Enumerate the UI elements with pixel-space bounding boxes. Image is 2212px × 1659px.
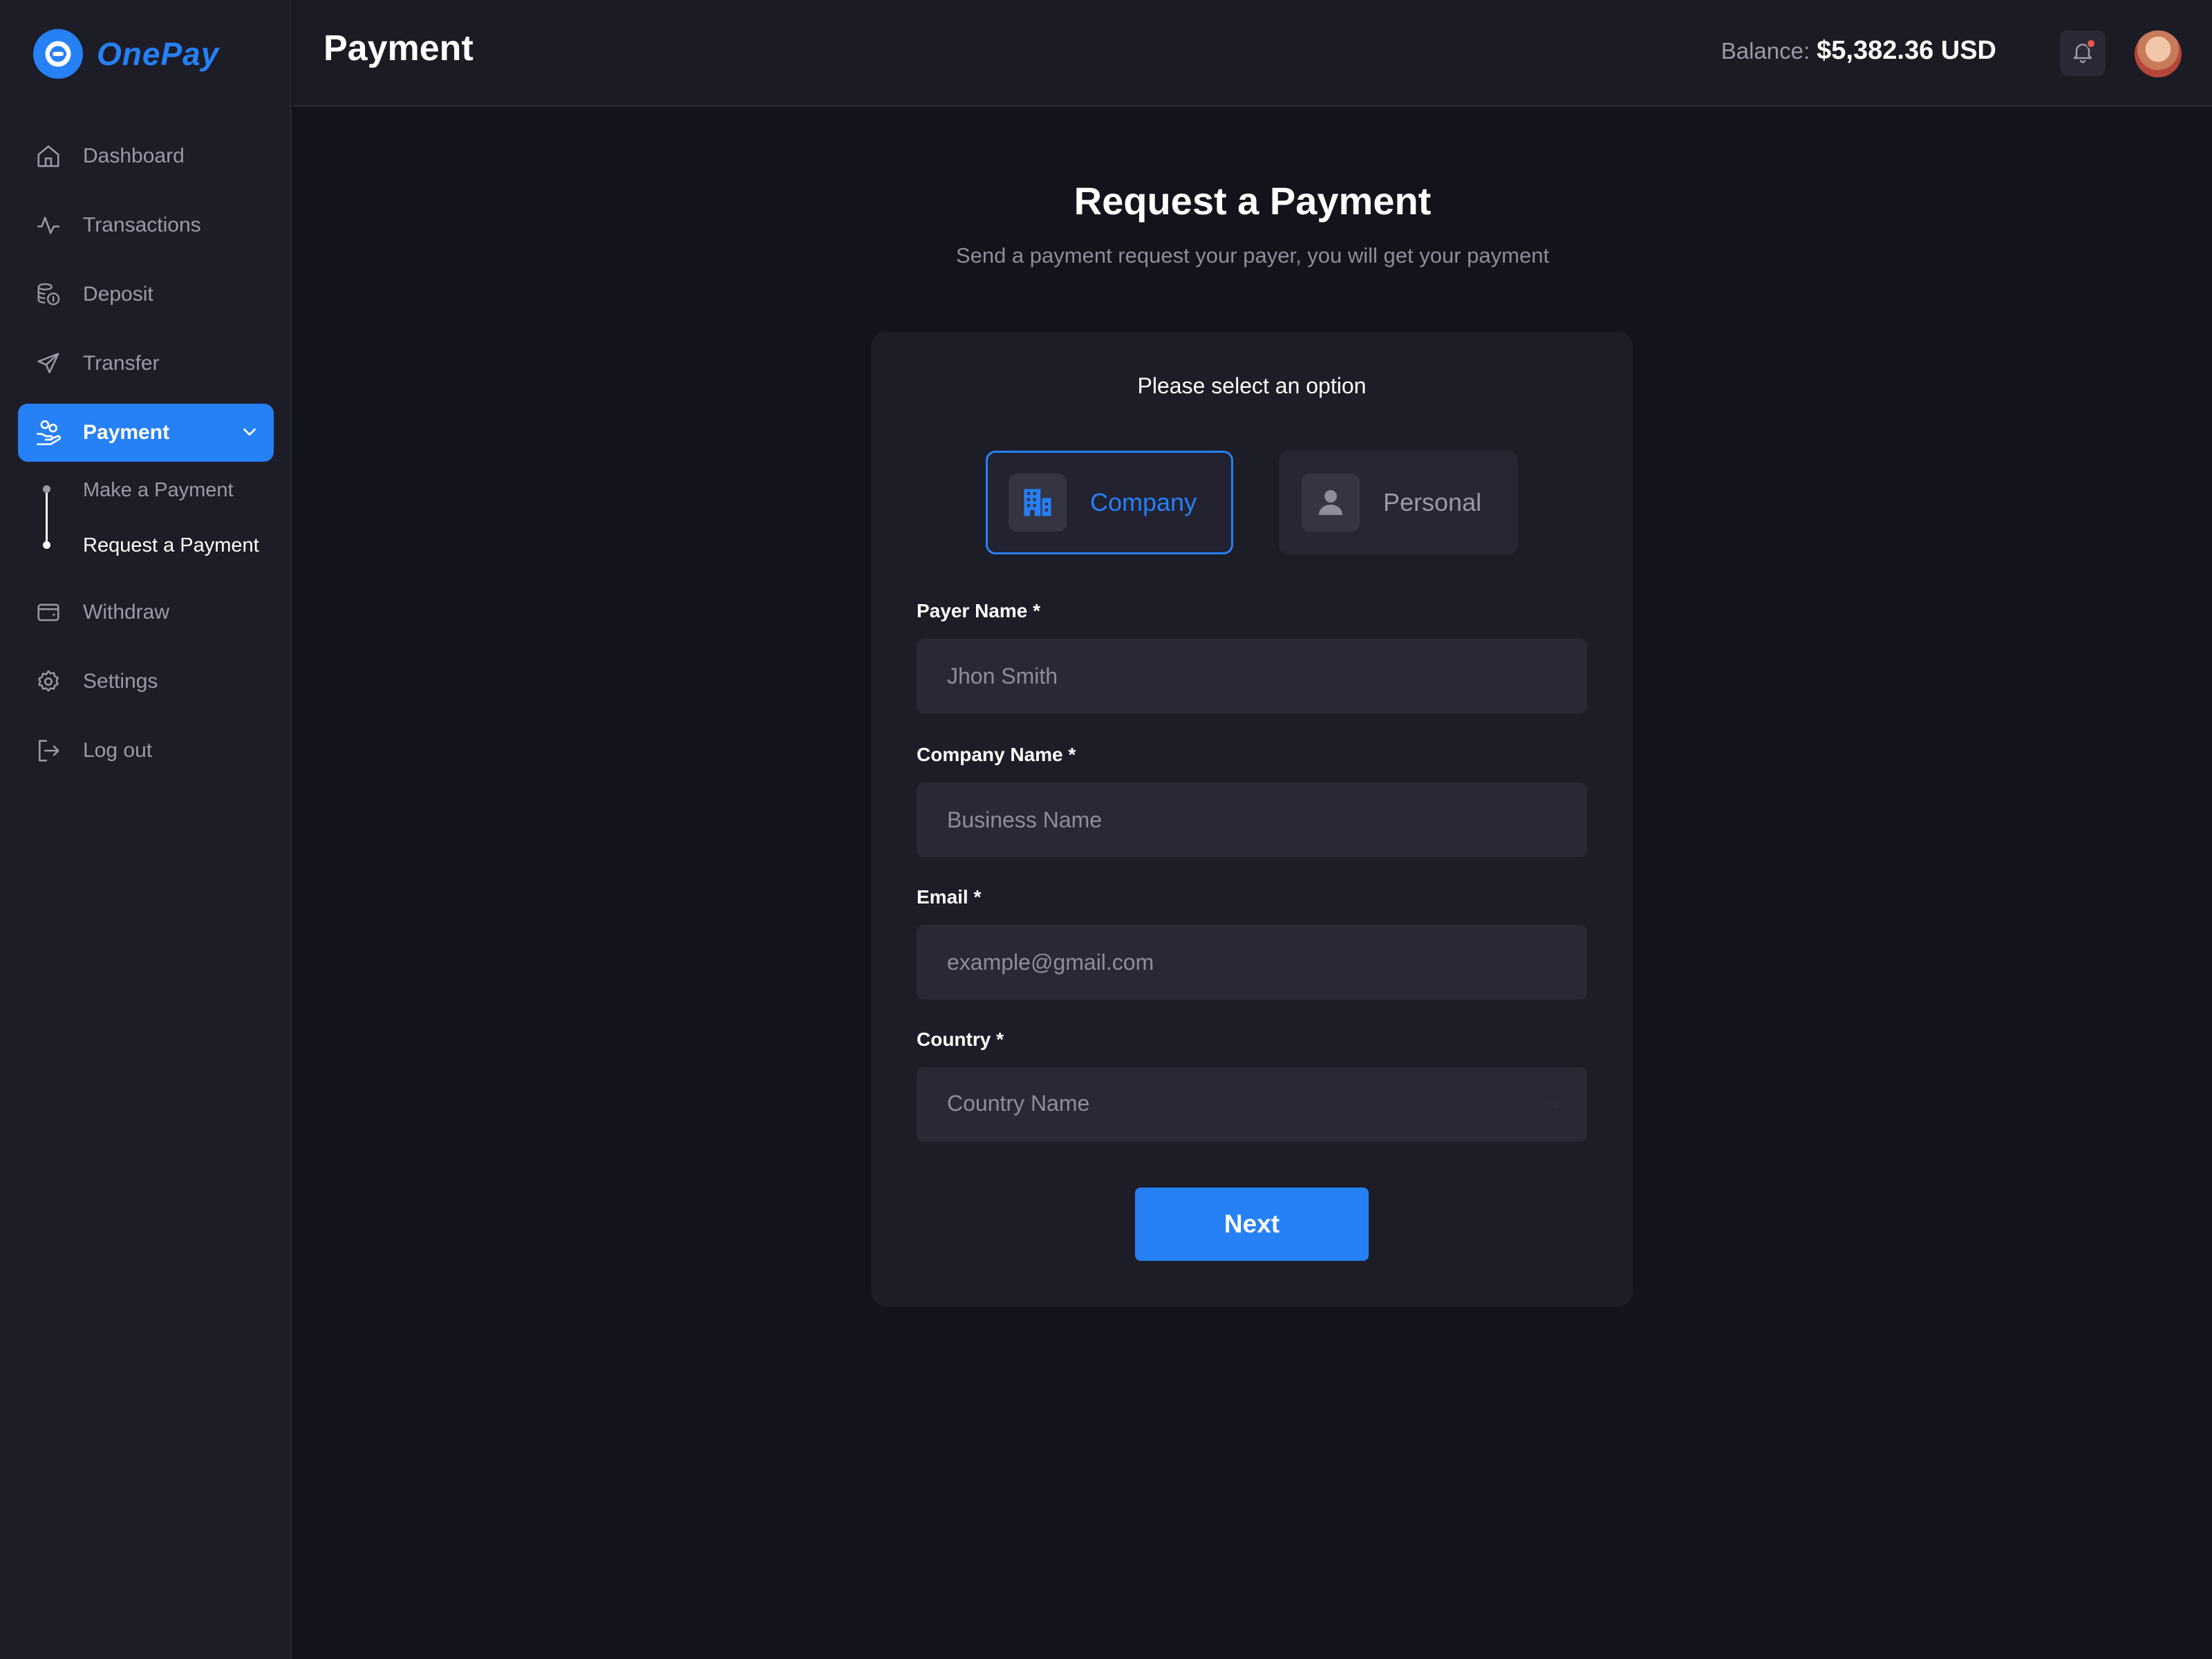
company-name-input[interactable] [917, 782, 1587, 857]
sidebar-item-label: Transfer [83, 352, 160, 375]
email-field[interactable] [917, 925, 1587, 1000]
send-icon [33, 348, 64, 379]
sidebar-item-logout[interactable]: Log out [18, 722, 274, 780]
country-select-value: Country Name [947, 1091, 1090, 1116]
logout-icon [33, 735, 64, 766]
sidebar-item-label: Withdraw [83, 601, 170, 624]
option-company-label: Company [1090, 488, 1197, 516]
logo[interactable]: OnePay [33, 29, 219, 79]
sidebar-item-deposit[interactable]: Deposit [18, 265, 274, 324]
submenu-dot-active [43, 541, 50, 549]
balance-value: $5,382.36 USD [1817, 36, 1996, 65]
option-personal-label: Personal [1383, 488, 1482, 516]
sidebar-item-label: Dashboard [83, 144, 185, 167]
next-button[interactable]: Next [1135, 1188, 1369, 1261]
chevron-down-icon[interactable] [239, 422, 260, 448]
sidebar-item-label: Log out [83, 739, 153, 762]
activity-icon [33, 210, 64, 241]
email-label: Email * [917, 886, 982, 908]
notifications-button[interactable] [2060, 30, 2106, 76]
submenu-dot [43, 485, 50, 493]
chevron-down-icon [1546, 1096, 1564, 1118]
logo-text: OnePay [97, 36, 220, 72]
option-company[interactable]: Company [986, 451, 1233, 554]
form-subtitle: Send a payment request your payer, you w… [955, 243, 1550, 268]
submenu-item-make-payment[interactable]: Make a Payment [83, 474, 234, 507]
country-select[interactable]: Country Name [917, 1067, 1587, 1142]
balance-label: Balance: [1721, 38, 1810, 64]
home-icon [33, 141, 64, 171]
building-icon [1009, 474, 1067, 532]
sidebar-item-dashboard[interactable]: Dashboard [18, 127, 274, 185]
option-personal[interactable]: Personal [1279, 451, 1518, 554]
onepay-logo-icon [33, 29, 83, 79]
page-title: Payment [324, 28, 474, 68]
coins-icon [33, 279, 64, 310]
top-bar: Payment Balance: $5,382.36 USD [293, 0, 2212, 106]
submenu-item-request-payment[interactable]: Request a Payment [83, 529, 259, 562]
sidebar-item-transfer[interactable]: Transfer [18, 335, 274, 393]
sidebar-item-transactions[interactable]: Transactions [18, 196, 274, 254]
payer-name-input[interactable] [917, 639, 1587, 713]
country-label: Country * [917, 1029, 1004, 1050]
sidebar: OnePay Dashboard Transactions Deposit Tr… [0, 0, 292, 1659]
sidebar-item-label: Deposit [83, 283, 153, 306]
wallet-icon [33, 597, 64, 628]
sidebar-item-withdraw[interactable]: Withdraw [18, 583, 274, 641]
submenu-tree-line [46, 489, 48, 545]
sidebar-item-settings[interactable]: Settings [18, 653, 274, 711]
option-select-label: Please select an option [1137, 373, 1367, 398]
payer-name-label: Payer Name * [917, 600, 1041, 621]
user-icon [1302, 474, 1360, 532]
sidebar-item-label: Settings [83, 670, 158, 693]
balance: Balance: $5,382.36 USD [1721, 36, 1996, 66]
avatar[interactable] [2135, 30, 2182, 77]
sidebar-item-payment[interactable]: Payment [18, 404, 274, 462]
hand-coins-icon [33, 418, 64, 448]
sidebar-item-label: Transactions [83, 214, 201, 236]
company-name-label: Company Name * [917, 744, 1076, 765]
sidebar-item-label: Payment [83, 421, 170, 444]
request-payment-card: Please select an option Company Personal… [871, 332, 1633, 1306]
form-title: Request a Payment [1074, 179, 1432, 223]
notification-badge [2086, 39, 2096, 48]
gear-icon [33, 666, 64, 697]
